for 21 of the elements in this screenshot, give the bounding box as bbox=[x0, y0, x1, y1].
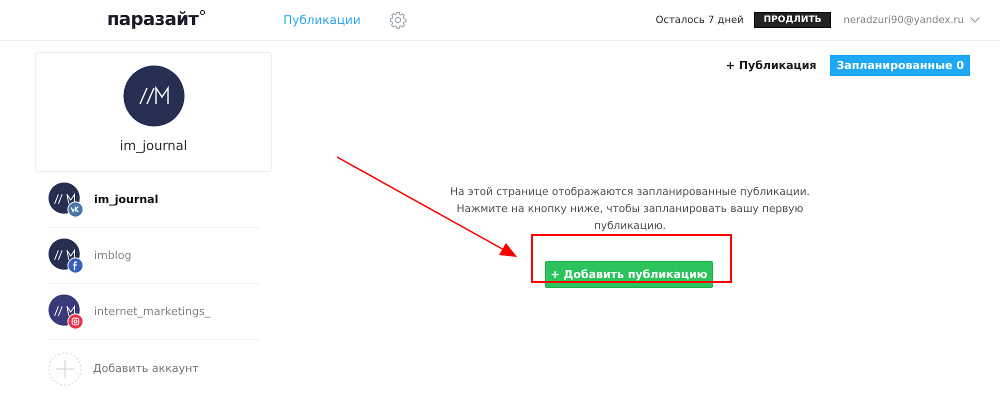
account-email[interactable]: neradzuri90@yandex.ru bbox=[843, 14, 964, 26]
profile-name: im_journal bbox=[120, 139, 188, 154]
account-item[interactable]: imblog bbox=[48, 228, 260, 284]
avatar bbox=[48, 294, 84, 330]
add-account-item[interactable]: Добавить аккаунт bbox=[48, 340, 260, 397]
avatar bbox=[48, 238, 84, 274]
extend-button[interactable]: ПРОДЛИТЬ bbox=[754, 12, 832, 28]
add-post-button[interactable]: + Добавить публикацию bbox=[545, 260, 713, 288]
account-item[interactable]: im_journal bbox=[48, 172, 260, 228]
empty-message: На этой странице отображаются запланированные публикации. Нажмите на кнопку ниже, чтобы запланировать вашу первую публикацию. bbox=[449, 185, 811, 234]
plus-icon bbox=[48, 352, 82, 386]
settings-icon[interactable] bbox=[388, 11, 407, 29]
new-post-button[interactable]: + Публикация bbox=[726, 59, 816, 72]
scheduled-button[interactable]: Запланированные 0 bbox=[830, 55, 970, 76]
trial-remaining: Осталось 7 дней bbox=[656, 14, 744, 26]
logo: паразайт bbox=[107, 7, 206, 33]
avatar bbox=[48, 182, 84, 218]
chevron-down-icon[interactable] bbox=[970, 17, 980, 23]
avatar bbox=[122, 65, 184, 127]
account-item[interactable]: internet_marketings_ bbox=[48, 284, 260, 340]
nav-tab[interactable]: Публикации bbox=[283, 13, 361, 27]
